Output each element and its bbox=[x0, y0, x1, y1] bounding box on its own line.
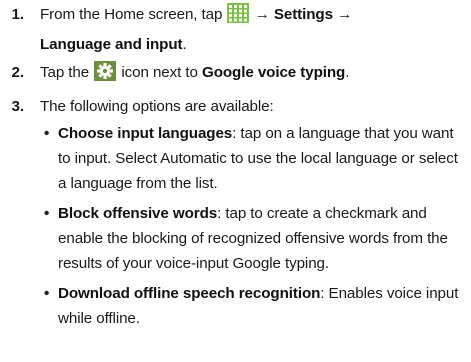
step-text: The following options are available: bbox=[40, 98, 274, 115]
option-title: Download offline speech recognition bbox=[58, 285, 321, 302]
bullet: • bbox=[44, 285, 50, 302]
list-item: • Block offensive words: tap to create a… bbox=[0, 201, 471, 276]
step-3: 3. The following options are available: bbox=[0, 94, 471, 120]
step-2: 2. Tap the icon next to Google voice typ… bbox=[0, 60, 471, 90]
apps-grid-icon bbox=[227, 3, 250, 32]
period: . bbox=[182, 36, 187, 53]
arrow-icon: → bbox=[337, 6, 353, 23]
language-and-input-label: Language and input bbox=[40, 36, 183, 53]
bullet: • bbox=[44, 205, 50, 222]
list-item: • Download offline speech recognition: E… bbox=[0, 281, 471, 331]
period: . bbox=[345, 64, 350, 81]
option-title: Choose input languages bbox=[58, 125, 233, 142]
gear-icon bbox=[94, 61, 117, 90]
step-number: 3. bbox=[11, 98, 25, 115]
step-text: From the Home screen, tap bbox=[40, 6, 223, 23]
step-number: 2. bbox=[11, 64, 25, 81]
options-list: • Choose input languages: tap on a langu… bbox=[0, 121, 471, 331]
bullet: • bbox=[44, 125, 50, 142]
instructions-page: 1. From the Home screen, tap → Settings … bbox=[0, 2, 471, 336]
list-item: • Choose input languages: tap on a langu… bbox=[0, 121, 471, 196]
step-number: 1. bbox=[11, 6, 25, 23]
arrow-icon: → bbox=[254, 6, 270, 23]
step-text: icon next to bbox=[121, 64, 198, 81]
settings-label: Settings bbox=[273, 6, 333, 23]
step-1: 1. From the Home screen, tap → Settings … bbox=[0, 2, 471, 58]
google-voice-typing-label: Google voice typing bbox=[201, 64, 346, 81]
option-title: Block offensive words bbox=[58, 205, 218, 222]
step-text: Tap the bbox=[40, 64, 90, 81]
